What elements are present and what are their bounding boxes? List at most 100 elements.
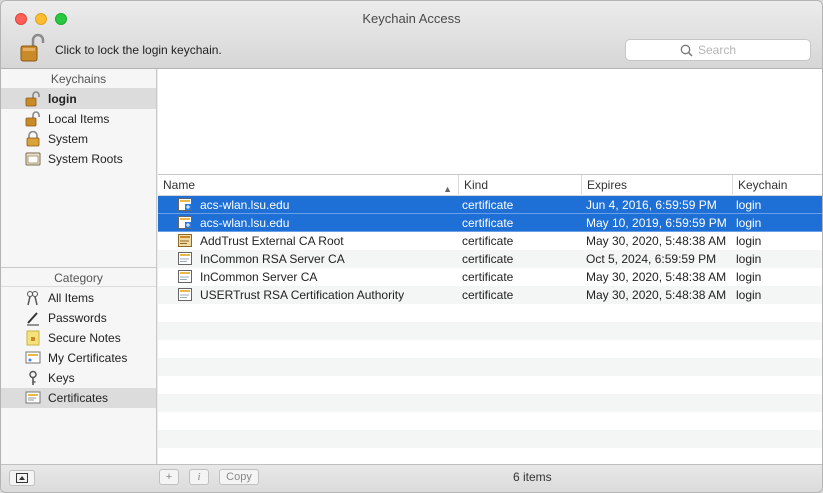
row-name: AddTrust External CA Root — [200, 234, 344, 248]
row-expires: May 10, 2019, 6:59:59 PM — [586, 216, 727, 230]
column-header-kind[interactable]: Kind — [459, 175, 582, 196]
row-keychain: login — [736, 270, 762, 284]
certificate-preview-pane — [158, 69, 822, 175]
add-item-button[interactable]: + — [159, 469, 179, 485]
table-row[interactable]: InCommon RSA Server CA certificate Oct 5… — [158, 250, 822, 268]
sidebar-item-all-items[interactable]: All Items — [1, 288, 156, 308]
sidebar-item-label: Passwords — [48, 311, 107, 325]
cert-icon — [178, 252, 192, 265]
row-keychain: login — [736, 216, 762, 230]
sidebar-item-system[interactable]: System — [1, 129, 156, 149]
lock-status-label: Click to lock the login keychain. — [55, 43, 222, 57]
title-toolbar: Keychain Access Click to lock the login … — [1, 1, 822, 69]
unlocked-padlock-icon — [25, 91, 40, 107]
empty-row — [158, 322, 822, 340]
empty-row — [158, 304, 822, 322]
sidebar-toggle-icon — [16, 473, 28, 483]
column-header-name[interactable]: Name ▲ — [158, 175, 459, 196]
search-icon — [680, 44, 693, 57]
sidebar-item-label: Keys — [48, 371, 75, 385]
item-count-status: 6 items — [513, 470, 552, 484]
row-name: acs-wlan.lsu.edu — [200, 198, 290, 212]
row-kind: certificate — [462, 288, 514, 302]
all-items-icon — [27, 291, 38, 306]
plus-icon: + — [165, 471, 173, 483]
row-keychain: login — [736, 198, 762, 212]
empty-row — [158, 340, 822, 358]
row-kind: certificate — [462, 270, 514, 284]
empty-row — [158, 394, 822, 412]
row-name: USERTrust RSA Certification Authority — [200, 288, 405, 302]
sidebar-item-label: Local Items — [48, 112, 110, 126]
unlocked-padlock-icon — [20, 33, 45, 62]
sidebar-item-secure-notes[interactable]: Secure Notes — [1, 328, 156, 348]
empty-row — [158, 430, 822, 448]
sidebar-item-label: System Roots — [48, 152, 123, 166]
sidebar-item-label: login — [48, 92, 77, 106]
row-kind: certificate — [462, 216, 514, 230]
sidebar-item-label: My Certificates — [48, 351, 128, 365]
row-keychain: login — [736, 288, 762, 302]
sidebar-item-label: Secure Notes — [48, 331, 121, 345]
keychains-header: Keychains — [1, 69, 156, 89]
sidebar-toggle-button[interactable] — [9, 470, 35, 486]
get-info-button[interactable]: i — [189, 469, 209, 485]
sidebar-item-label: Certificates — [48, 391, 109, 405]
search-field[interactable] — [625, 39, 811, 61]
table-row[interactable]: USERTrust RSA Certification Authority ce… — [158, 286, 822, 304]
sidebar-item-certificates[interactable]: Certificates — [1, 388, 156, 408]
root-cert-icon — [178, 234, 192, 247]
keychain-access-window: Keychain Access Click to lock the login … — [0, 0, 823, 493]
empty-row — [158, 412, 822, 430]
sidebar-item-local-items[interactable]: Local Items — [1, 109, 156, 129]
sidebar-item-label: All Items — [48, 291, 95, 305]
sidebar-item-my-certificates[interactable]: My Certificates — [1, 348, 156, 368]
secure-note-icon — [26, 330, 40, 346]
sidebar-item-login[interactable]: login — [1, 89, 156, 109]
cabinet-icon — [25, 152, 41, 166]
main-content: Name ▲ Kind Expires Keychain acs-wlan.ls… — [158, 69, 822, 466]
row-expires: Oct 5, 2024, 6:59:59 PM — [586, 252, 717, 266]
password-pen-icon — [27, 312, 39, 326]
row-kind: certificate — [462, 252, 514, 266]
cert-icon — [178, 270, 192, 283]
bottom-bar: + i Copy 6 items — [1, 464, 822, 492]
info-icon: i — [197, 471, 201, 483]
sidebar-item-passwords[interactable]: Passwords — [1, 308, 156, 328]
row-kind: certificate — [462, 234, 514, 248]
row-name: InCommon Server CA — [200, 270, 318, 284]
items-table: Name ▲ Kind Expires Keychain acs-wlan.ls… — [158, 175, 822, 466]
row-kind: certificate — [462, 198, 514, 212]
sidebar-item-label: System — [48, 132, 89, 146]
cert-plus-icon — [178, 216, 192, 229]
category-list: All Items Passwords Secure Notes My Cert… — [1, 288, 156, 408]
copy-button[interactable]: Copy — [219, 469, 259, 485]
cert-plus-icon — [178, 198, 192, 211]
lock-keychain-button[interactable] — [19, 33, 45, 63]
row-name: acs-wlan.lsu.edu — [200, 216, 290, 230]
sidebar-item-system-roots[interactable]: System Roots — [1, 149, 156, 169]
sidebar: Keychains login Local Items System Syste… — [1, 69, 157, 464]
row-expires: May 30, 2020, 5:48:38 AM — [586, 270, 727, 284]
cert-icon — [178, 288, 192, 301]
table-row[interactable]: acs-wlan.lsu.edu certificate May 10, 201… — [158, 214, 822, 232]
row-expires: May 30, 2020, 5:48:38 AM — [586, 234, 727, 248]
window-title: Keychain Access — [362, 11, 461, 26]
my-certificate-icon — [25, 351, 41, 364]
table-header: Name ▲ Kind Expires Keychain — [158, 175, 822, 196]
table-row[interactable]: AddTrust External CA Root certificate Ma… — [158, 232, 822, 250]
empty-row — [158, 376, 822, 394]
sidebar-item-keys[interactable]: Keys — [1, 368, 156, 388]
column-header-keychain[interactable]: Keychain — [733, 175, 822, 196]
column-header-expires[interactable]: Expires — [582, 175, 733, 196]
unlocked-padlock-icon — [25, 111, 40, 127]
table-row[interactable]: InCommon Server CA certificate May 30, 2… — [158, 268, 822, 286]
category-header: Category — [1, 267, 156, 287]
row-expires: May 30, 2020, 5:48:38 AM — [586, 288, 727, 302]
locked-padlock-icon — [26, 131, 40, 147]
empty-row — [158, 358, 822, 376]
row-keychain: login — [736, 252, 762, 266]
search-input[interactable] — [698, 42, 806, 58]
table-row[interactable]: acs-wlan.lsu.edu certificate Jun 4, 2016… — [158, 196, 822, 214]
row-name: InCommon RSA Server CA — [200, 252, 345, 266]
